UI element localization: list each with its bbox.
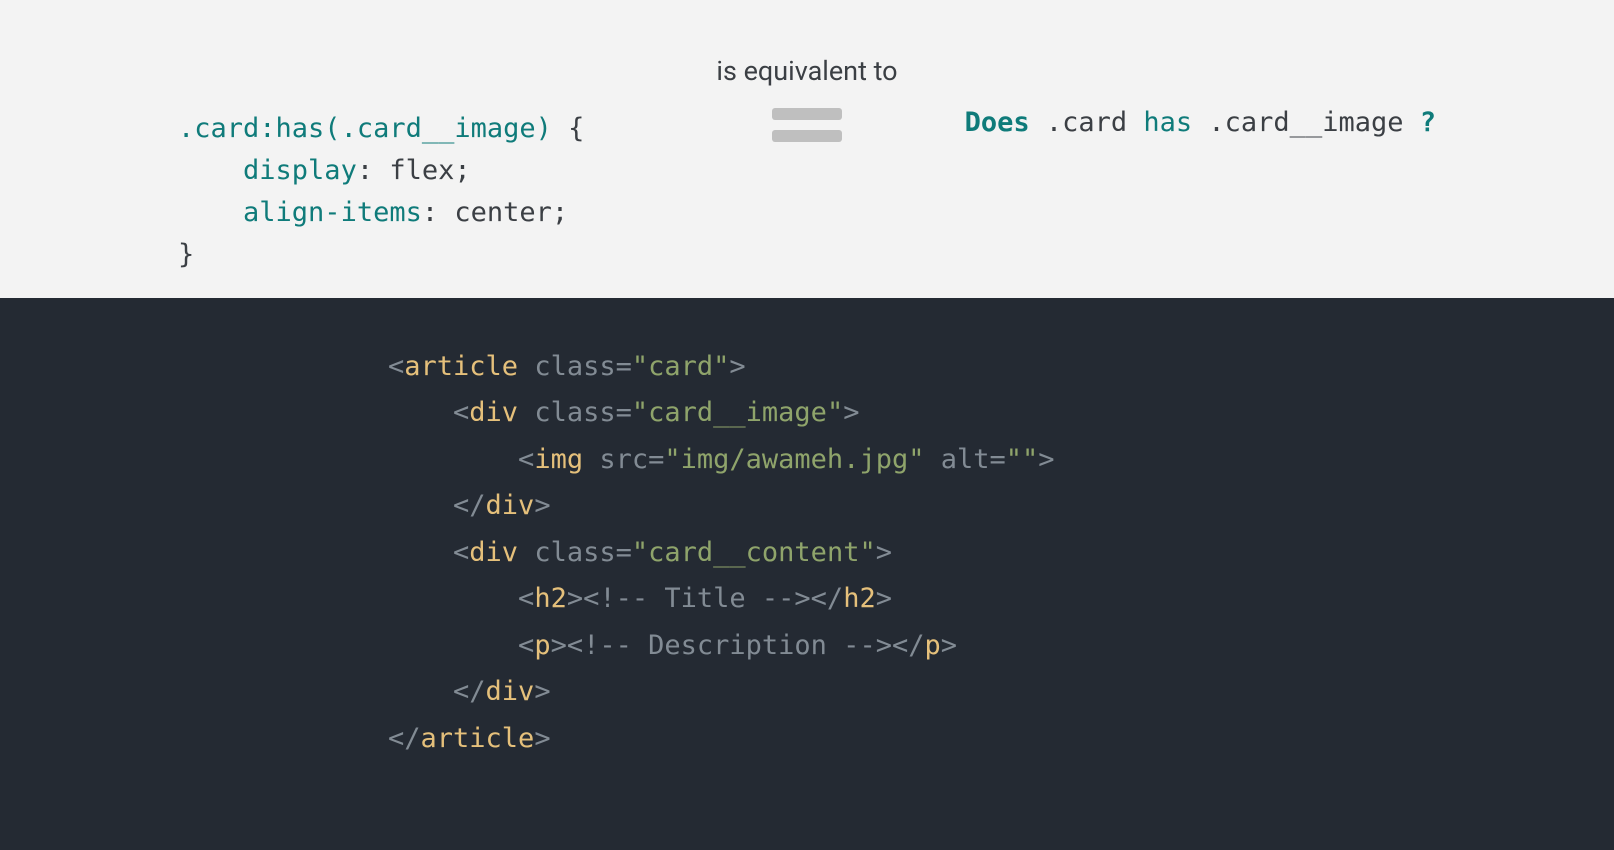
l1-tag: article [404, 351, 518, 382]
l5-open: < [453, 537, 469, 568]
l8-tag: div [486, 676, 535, 707]
l1-attr: class= [518, 351, 632, 382]
question-qm: ? [1403, 107, 1436, 138]
l5-close: > [876, 537, 892, 568]
question-does: Does [965, 107, 1046, 138]
l2-attr: class= [518, 397, 632, 428]
l7-close-open: </ [892, 630, 925, 661]
equivalent-label: is equivalent to [0, 55, 1614, 87]
equals-icon [772, 108, 842, 142]
equals-bar-top [772, 108, 842, 120]
l6-close-open: </ [811, 583, 844, 614]
css-selector-pseudo: :has( [259, 113, 340, 144]
l9-open: </ [388, 723, 421, 754]
l1-open: < [388, 351, 404, 382]
l3-close: > [1038, 444, 1054, 475]
css-close-brace: } [178, 239, 194, 270]
plain-english-question: Does .card has .card__image ? [965, 108, 1436, 138]
l7-comment: <!-- Description --> [567, 630, 892, 661]
l7-open: < [518, 630, 534, 661]
html-panel: <article class="card"> <div class="card_… [0, 298, 1614, 850]
css-prop2-sep: : [422, 197, 455, 228]
l3-str2: "" [1006, 444, 1039, 475]
l6-c-tag: h2 [843, 583, 876, 614]
l1-close: > [729, 351, 745, 382]
l2-tag: div [469, 397, 518, 428]
l9-close: > [534, 723, 550, 754]
l2-close: > [843, 397, 859, 428]
l7-c-close: > [941, 630, 957, 661]
l9-tag: article [421, 723, 535, 754]
css-prop1-name: display [243, 155, 357, 186]
l3-attr2: alt= [924, 444, 1005, 475]
l2-open: < [453, 397, 469, 428]
question-has: has [1127, 107, 1208, 138]
l3-str1: "img/awameh.jpg" [664, 444, 924, 475]
l2-str: "card__image" [632, 397, 843, 428]
l8-open: </ [453, 676, 486, 707]
html-code-block: <article class="card"> <div class="card_… [388, 344, 1055, 762]
css-prop1-val: flex; [389, 155, 470, 186]
l6-c-close: > [876, 583, 892, 614]
l7-mid: > [551, 630, 567, 661]
l6-open: < [518, 583, 534, 614]
explanation-panel: is equivalent to .card:has(.card__image)… [0, 0, 1614, 298]
question-sel1: .card [1046, 107, 1127, 138]
l3-open: < [518, 444, 534, 475]
l4-close: > [534, 490, 550, 521]
css-code-block: .card:has(.card__image) { display: flex;… [178, 108, 584, 275]
l7-tag: p [534, 630, 550, 661]
l5-attr: class= [518, 537, 632, 568]
l8-close: > [534, 676, 550, 707]
l6-comment: <!-- Title --> [583, 583, 811, 614]
l7-c-tag: p [924, 630, 940, 661]
css-prop2-val: center; [454, 197, 568, 228]
l1-str: "card" [632, 351, 730, 382]
l5-str: "card__content" [632, 537, 876, 568]
css-open-brace: { [552, 113, 585, 144]
l3-tag: img [534, 444, 583, 475]
l4-tag: div [486, 490, 535, 521]
css-selector-arg: .card__image [341, 113, 536, 144]
css-selector-close: ) [536, 113, 552, 144]
l5-tag: div [469, 537, 518, 568]
l6-tag: h2 [534, 583, 567, 614]
l6-mid: > [567, 583, 583, 614]
css-prop1-sep: : [357, 155, 390, 186]
css-selector-class: .card [178, 113, 259, 144]
l3-attr1: src= [583, 444, 664, 475]
l4-open: </ [453, 490, 486, 521]
css-prop2-name: align-items [243, 197, 422, 228]
equals-bar-bottom [772, 130, 842, 142]
question-sel2: .card__image [1208, 107, 1403, 138]
